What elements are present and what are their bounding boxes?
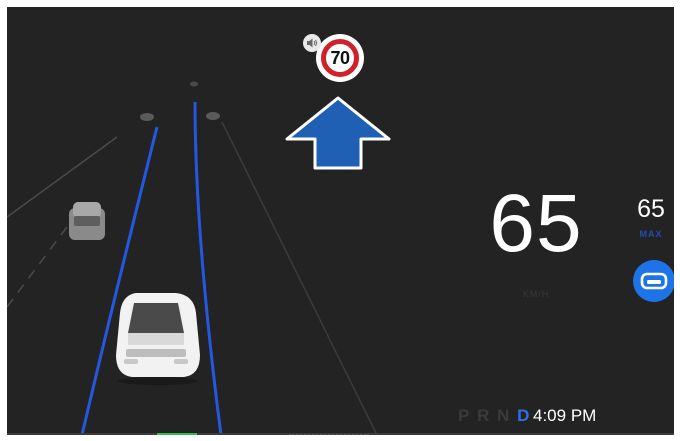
progress-fill [157, 433, 197, 435]
progress-dots [289, 434, 369, 435]
ego-car [116, 293, 200, 385]
set-speed-value: 65 [637, 195, 665, 223]
clock: 4:09 PM [533, 406, 596, 426]
gear-r: R [477, 406, 490, 425]
gear-selector: P R N D [458, 406, 532, 426]
speaker-icon[interactable] [303, 34, 321, 52]
autopilot-button[interactable] [633, 260, 674, 302]
lane-line-left [80, 126, 159, 435]
clock-period: PM [570, 406, 597, 425]
adjacent-car [69, 202, 105, 240]
lane-marking-left [7, 226, 68, 308]
clock-time: 4:09 [533, 406, 567, 425]
arrow-up-icon [285, 96, 391, 170]
set-speed-label: MAX [639, 229, 663, 239]
lane-line-right [193, 101, 223, 435]
steering-wheel-icon [640, 272, 668, 290]
distant-car [206, 112, 220, 120]
gear-p: P [458, 406, 470, 425]
current-speed: 65 [489, 178, 583, 269]
distant-car [190, 81, 198, 87]
gear-n: N [497, 406, 510, 425]
driver-display: 70 65 KM/H 65 MAX P R N D 4:09 PM [7, 7, 674, 435]
distant-car [140, 113, 154, 121]
gear-d: D [517, 406, 530, 425]
speed-limit-sign: 70 [318, 36, 362, 80]
speed-limit-value: 70 [330, 47, 350, 68]
speed-unit: KM/H [522, 289, 550, 299]
